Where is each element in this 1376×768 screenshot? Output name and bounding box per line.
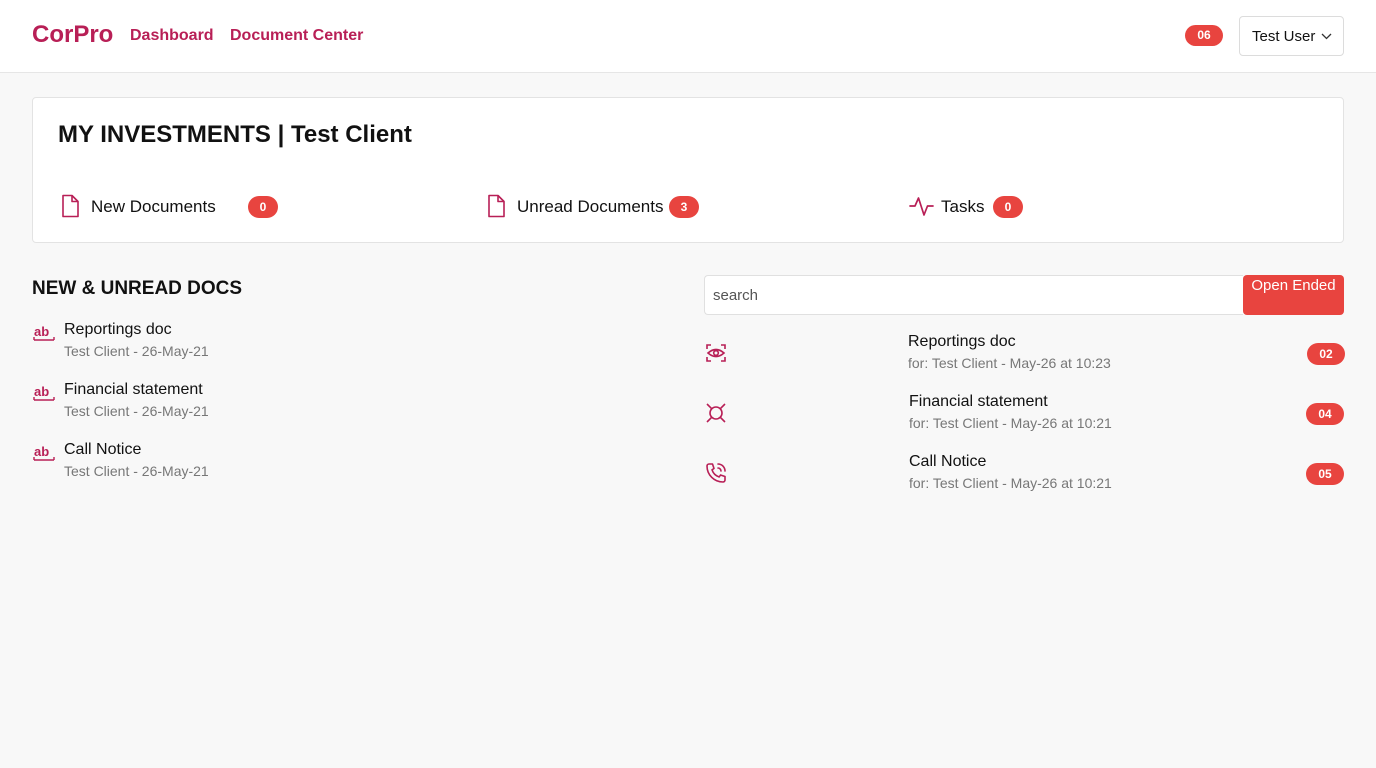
doc-name: Financial statement bbox=[64, 381, 203, 398]
open-ended-button[interactable]: Open Ended bbox=[1243, 275, 1344, 315]
eye-icon bbox=[706, 344, 726, 362]
activity-list-item[interactable]: Reportings doc for: Test Client - May-26… bbox=[704, 333, 1345, 381]
doc-meta: Test Client - 26-May-21 bbox=[64, 343, 209, 359]
page-title: MY INVESTMENTS | Test Client bbox=[58, 121, 412, 148]
activity-name: Call Notice bbox=[909, 453, 987, 470]
search-input[interactable] bbox=[704, 275, 1243, 315]
nav-document-center-link[interactable]: Document Center bbox=[230, 27, 363, 45]
activity-list-item[interactable]: Financial statement for: Test Client - M… bbox=[704, 393, 1344, 441]
stat-label: Tasks bbox=[941, 197, 985, 216]
svg-text:ab: ab bbox=[34, 324, 49, 339]
activity-name: Reportings doc bbox=[908, 333, 1016, 350]
user-name: Test User bbox=[1252, 28, 1316, 45]
doc-meta: Test Client - 26-May-21 bbox=[64, 463, 209, 479]
activity-name: Financial statement bbox=[909, 393, 1048, 410]
doc-list-item[interactable]: ab Call Notice Test Client - 26-May-21 bbox=[32, 441, 672, 489]
activity-meta: for: Test Client - May-26 at 10:23 bbox=[908, 355, 1111, 371]
chevron-down-icon bbox=[1321, 33, 1332, 40]
doc-meta: Test Client - 26-May-21 bbox=[64, 403, 209, 419]
phone-call-icon bbox=[706, 463, 726, 483]
investments-summary-card: MY INVESTMENTS | Test Client New Documen… bbox=[32, 97, 1344, 243]
document-icon bbox=[488, 194, 505, 218]
text-ab-icon: ab bbox=[33, 324, 55, 341]
doc-name: Reportings doc bbox=[64, 321, 172, 338]
stat-label: New Documents bbox=[91, 197, 216, 216]
section-title: NEW & UNREAD DOCS bbox=[32, 278, 243, 299]
svg-text:ab: ab bbox=[34, 444, 49, 459]
stat-count-badge: 3 bbox=[669, 196, 699, 218]
top-navbar: CorPro Dashboard Document Center 06 Test… bbox=[0, 0, 1376, 73]
doc-name: Call Notice bbox=[64, 441, 142, 458]
text-ab-icon: ab bbox=[33, 444, 55, 461]
activity-meta: for: Test Client - May-26 at 10:21 bbox=[909, 415, 1112, 431]
document-icon bbox=[62, 194, 79, 218]
activity-count-badge: 05 bbox=[1306, 463, 1344, 485]
activity-list-item[interactable]: Call Notice for: Test Client - May-26 at… bbox=[704, 453, 1344, 501]
stat-label: Unread Documents bbox=[517, 197, 664, 216]
stat-count-badge: 0 bbox=[993, 196, 1023, 218]
activity-meta: for: Test Client - May-26 at 10:21 bbox=[909, 475, 1112, 491]
doc-list-item[interactable]: ab Reportings doc Test Client - 26-May-2… bbox=[32, 321, 672, 369]
user-menu-button[interactable]: Test User bbox=[1239, 16, 1344, 56]
svg-text:ab: ab bbox=[34, 384, 49, 399]
doc-list-item[interactable]: ab Financial statement Test Client - 26-… bbox=[32, 381, 672, 429]
nav-dashboard-link[interactable]: Dashboard bbox=[130, 27, 214, 45]
stat-count-badge: 0 bbox=[248, 196, 278, 218]
activity-icon bbox=[909, 197, 934, 216]
text-ab-icon: ab bbox=[33, 384, 55, 401]
brand-logo[interactable]: CorPro bbox=[32, 21, 113, 49]
activity-count-badge: 02 bbox=[1307, 343, 1345, 365]
currency-icon bbox=[706, 403, 726, 423]
activity-count-badge: 04 bbox=[1306, 403, 1344, 425]
notification-badge[interactable]: 06 bbox=[1185, 25, 1223, 46]
